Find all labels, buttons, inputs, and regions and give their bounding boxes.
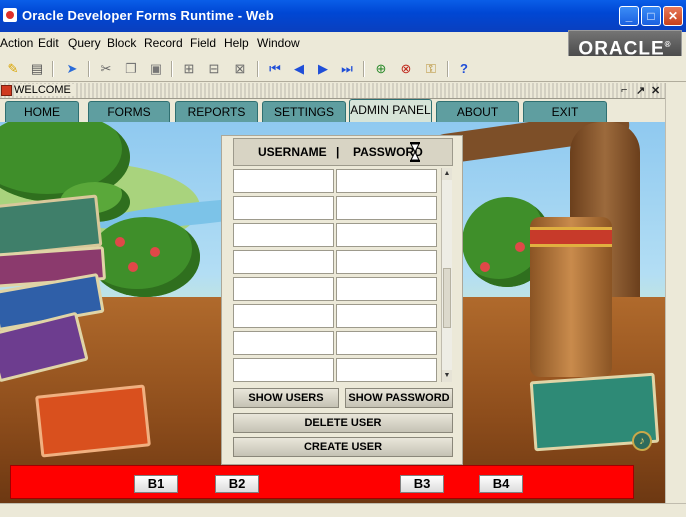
print-icon[interactable]: ▤ xyxy=(27,59,47,79)
inner-minimize-button[interactable]: ⌐ xyxy=(621,84,627,96)
paste-icon[interactable]: ▣ xyxy=(146,59,166,79)
password-field[interactable] xyxy=(336,304,437,328)
username-field[interactable] xyxy=(233,250,334,274)
title-bar: Oracle Developer Forms Runtime - Web _ □… xyxy=(0,0,686,32)
username-field[interactable] xyxy=(233,277,334,301)
bottom-button-bar: B1 B2 B3 B4 xyxy=(10,465,634,499)
username-field[interactable] xyxy=(233,223,334,247)
previous-record-icon[interactable]: ◀ xyxy=(289,59,309,79)
tab-forms[interactable]: FORMS xyxy=(88,101,170,122)
username-field[interactable] xyxy=(233,358,334,382)
tab-settings[interactable]: SETTINGS xyxy=(262,101,346,122)
app-window: Oracle Developer Forms Runtime - Web _ □… xyxy=(0,0,686,517)
password-field[interactable] xyxy=(336,169,437,193)
cut-icon[interactable]: ✂ xyxy=(96,59,116,79)
tab-bar: HOME FORMS REPORTS SETTINGS ADMIN PANEL … xyxy=(0,99,665,122)
execute-query-icon[interactable]: ⊟ xyxy=(204,59,224,79)
status-strip xyxy=(0,503,686,517)
form-icon xyxy=(1,85,12,96)
username-field[interactable] xyxy=(233,196,334,220)
b1-button[interactable]: B1 xyxy=(134,475,178,493)
username-field[interactable] xyxy=(233,331,334,355)
admin-panel-form: USERNAME | PASSWORD ▲ ▼ SHOW USERS SHOW … xyxy=(221,135,463,465)
header-separator: | xyxy=(336,145,340,159)
close-button[interactable]: ✕ xyxy=(663,6,683,26)
password-field[interactable] xyxy=(336,277,437,301)
show-password-button[interactable]: SHOW PASSWORD xyxy=(345,388,453,408)
menu-query[interactable]: Query xyxy=(68,36,101,50)
delete-user-button[interactable]: DELETE USER xyxy=(233,413,453,433)
username-field[interactable] xyxy=(233,169,334,193)
cancel-query-icon[interactable]: ⊠ xyxy=(230,59,250,79)
menu-help[interactable]: Help xyxy=(224,36,249,50)
first-record-icon[interactable]: ⏮ xyxy=(265,59,285,79)
hourglass-cursor-icon xyxy=(410,142,420,162)
b2-button[interactable]: B2 xyxy=(215,475,259,493)
exit-icon[interactable]: ➤ xyxy=(62,59,82,79)
menu-window[interactable]: Window xyxy=(257,36,300,50)
password-field[interactable] xyxy=(336,331,437,355)
window-title: Oracle Developer Forms Runtime - Web xyxy=(22,8,274,23)
password-field[interactable] xyxy=(336,358,437,382)
menu-edit[interactable]: Edit xyxy=(38,36,59,50)
welcome-title: WELCOME xyxy=(14,84,74,96)
scroll-thumb[interactable] xyxy=(443,268,451,328)
welcome-title-bar: WELCOME ⌐ ↗ ✕ xyxy=(0,83,665,99)
menu-action[interactable]: Action xyxy=(0,36,33,50)
username-field[interactable] xyxy=(233,304,334,328)
help-corner-icon[interactable]: ♪ xyxy=(632,431,652,451)
password-field[interactable] xyxy=(336,250,437,274)
next-record-icon[interactable]: ▶ xyxy=(313,59,333,79)
tab-home[interactable]: HOME xyxy=(5,101,79,122)
welcome-window: WELCOME ⌐ ↗ ✕ HOME FORMS REPORTS SETTING… xyxy=(0,83,665,503)
tab-about[interactable]: ABOUT xyxy=(436,101,519,122)
inner-restore-button[interactable]: ↗ xyxy=(636,84,645,97)
app-icon xyxy=(3,8,17,22)
b4-button[interactable]: B4 xyxy=(479,475,523,493)
b3-button[interactable]: B3 xyxy=(400,475,444,493)
help-icon[interactable]: ? xyxy=(454,59,474,79)
tab-admin-panel[interactable]: ADMIN PANEL xyxy=(349,99,432,122)
grid-scrollbar[interactable]: ▲ ▼ xyxy=(441,168,452,382)
frame-scrollbar[interactable] xyxy=(665,83,686,503)
menu-record[interactable]: Record xyxy=(144,36,183,50)
insert-record-icon[interactable]: ⊕ xyxy=(371,59,391,79)
scroll-down-icon[interactable]: ▼ xyxy=(442,370,452,382)
password-field[interactable] xyxy=(336,223,437,247)
user-table-header: USERNAME | PASSWORD xyxy=(233,138,453,166)
tab-exit[interactable]: EXIT xyxy=(523,101,607,122)
menu-block[interactable]: Block xyxy=(107,36,136,50)
save-icon[interactable]: ✎ xyxy=(3,59,23,79)
lock-record-icon[interactable]: ⚿ xyxy=(421,59,441,79)
create-user-button[interactable]: CREATE USER xyxy=(233,437,453,457)
username-column-header: USERNAME xyxy=(258,145,327,159)
copy-icon[interactable]: ❐ xyxy=(121,59,141,79)
last-record-icon[interactable]: ⏭ xyxy=(337,59,357,79)
show-users-button[interactable]: SHOW USERS xyxy=(233,388,339,408)
tab-reports[interactable]: REPORTS xyxy=(175,101,258,122)
delete-record-icon[interactable]: ⊗ xyxy=(396,59,416,79)
minimize-button[interactable]: _ xyxy=(619,6,639,26)
scroll-up-icon[interactable]: ▲ xyxy=(442,168,452,180)
maximize-button[interactable]: □ xyxy=(641,6,661,26)
inner-close-button[interactable]: ✕ xyxy=(651,84,660,97)
oracle-logo: ORACLE® xyxy=(568,30,682,59)
menu-field[interactable]: Field xyxy=(190,36,216,50)
enter-query-icon[interactable]: ⊞ xyxy=(179,59,199,79)
toolbar: ✎ ▤ ➤ ✂ ❐ ▣ ⊞ ⊟ ⊠ ⏮ ◀ ▶ ⏭ ⊕ ⊗ ⚿ ? xyxy=(0,56,686,82)
password-field[interactable] xyxy=(336,196,437,220)
